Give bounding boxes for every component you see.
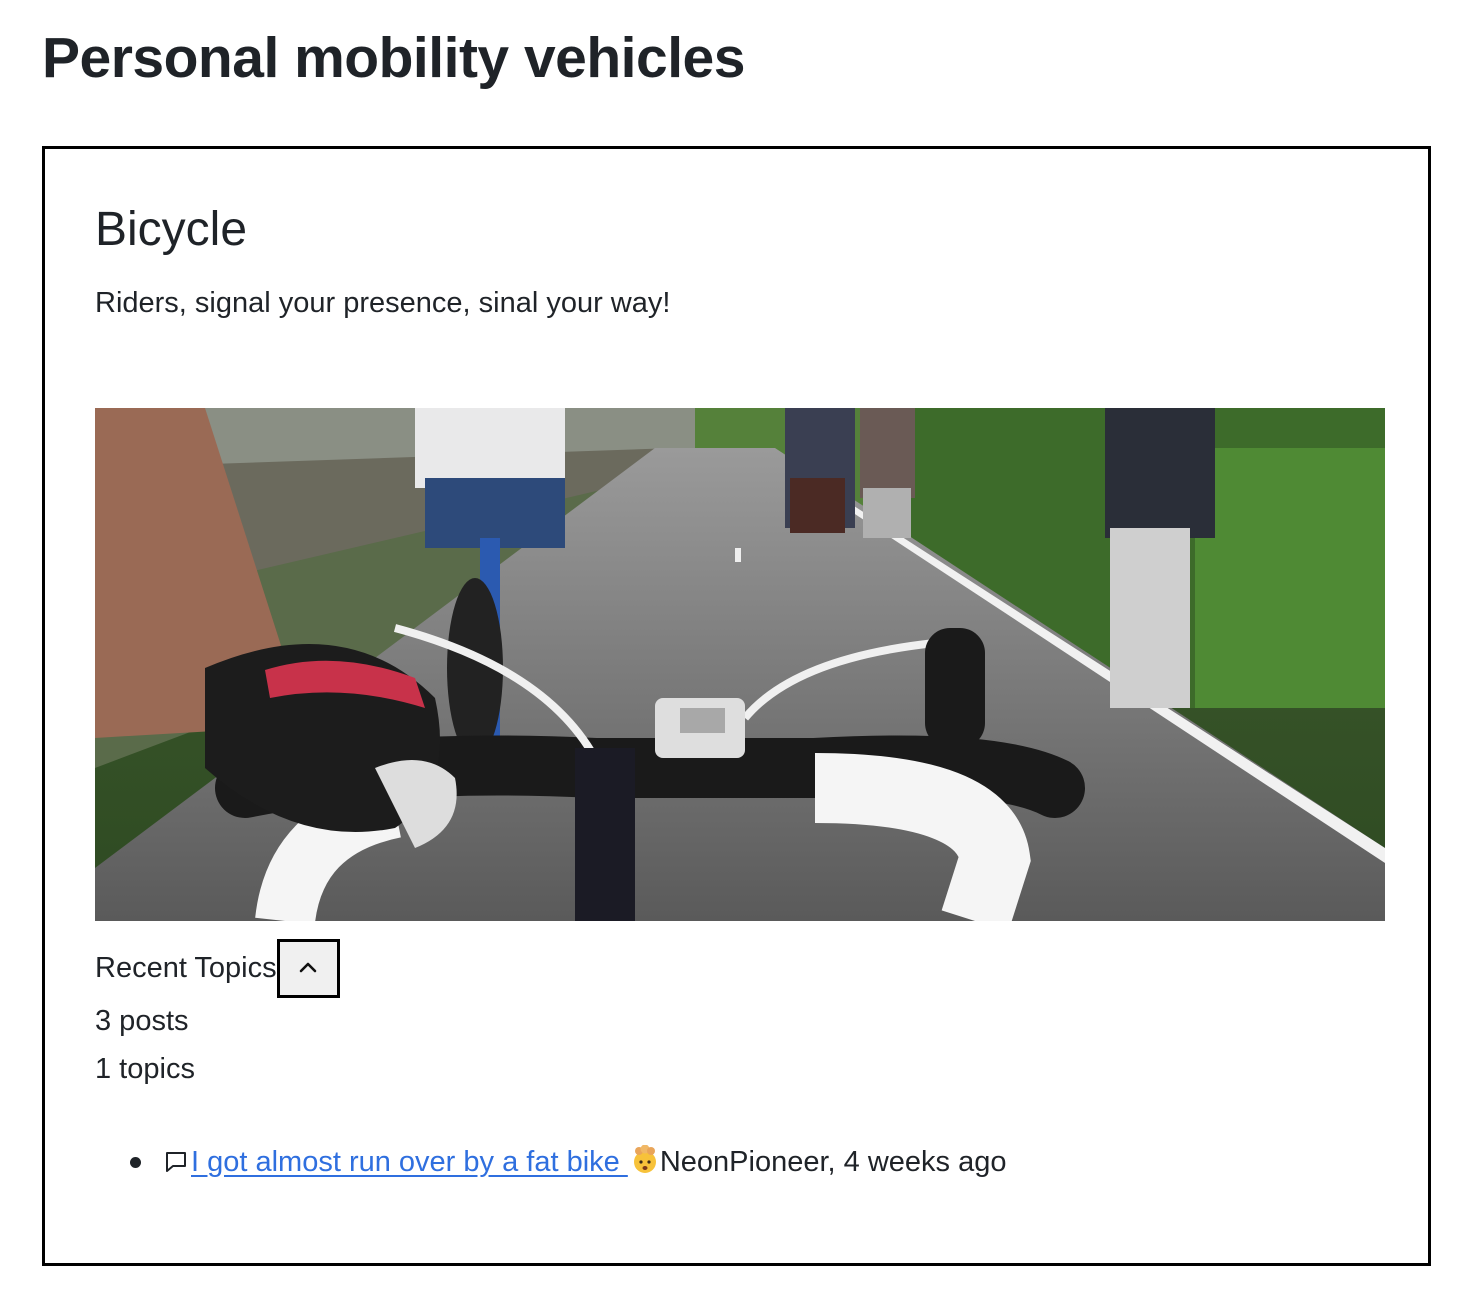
list-bullet — [130, 1156, 141, 1168]
posts-count: 3 posts — [95, 1005, 189, 1037]
exploding-head-emoji — [630, 1144, 660, 1175]
category-title: Bicycle — [95, 203, 248, 256]
comment-icon — [161, 1147, 191, 1177]
chevron-up-icon — [298, 960, 318, 977]
list-item: I got almost run over by a fat bike Neon… — [95, 1144, 1007, 1179]
bicycle-ride-photo — [95, 408, 1385, 921]
topics-count: 1 topics — [95, 1053, 195, 1085]
topic-list: I got almost run over by a fat bike Neon… — [95, 1144, 1007, 1179]
recent-topics-label: Recent Topics — [95, 951, 277, 984]
topic-author-meta: NeonPioneer, 4 weeks ago — [659, 1145, 1007, 1178]
recent-topics-row: Recent Topics — [95, 938, 340, 998]
collapse-recent-topics-button[interactable] — [276, 938, 340, 998]
category-card: Bicycle Riders, signal your presence, si… — [42, 146, 1431, 1266]
category-banner-image — [95, 408, 1385, 921]
page-title: Personal mobility vehicles — [42, 26, 745, 90]
topic-title: I got almost run over by a fat bike — [191, 1146, 628, 1178]
category-description: Riders, signal your presence, sinal your… — [95, 287, 671, 319]
topic-link[interactable]: I got almost run over by a fat bike — [191, 1144, 660, 1179]
